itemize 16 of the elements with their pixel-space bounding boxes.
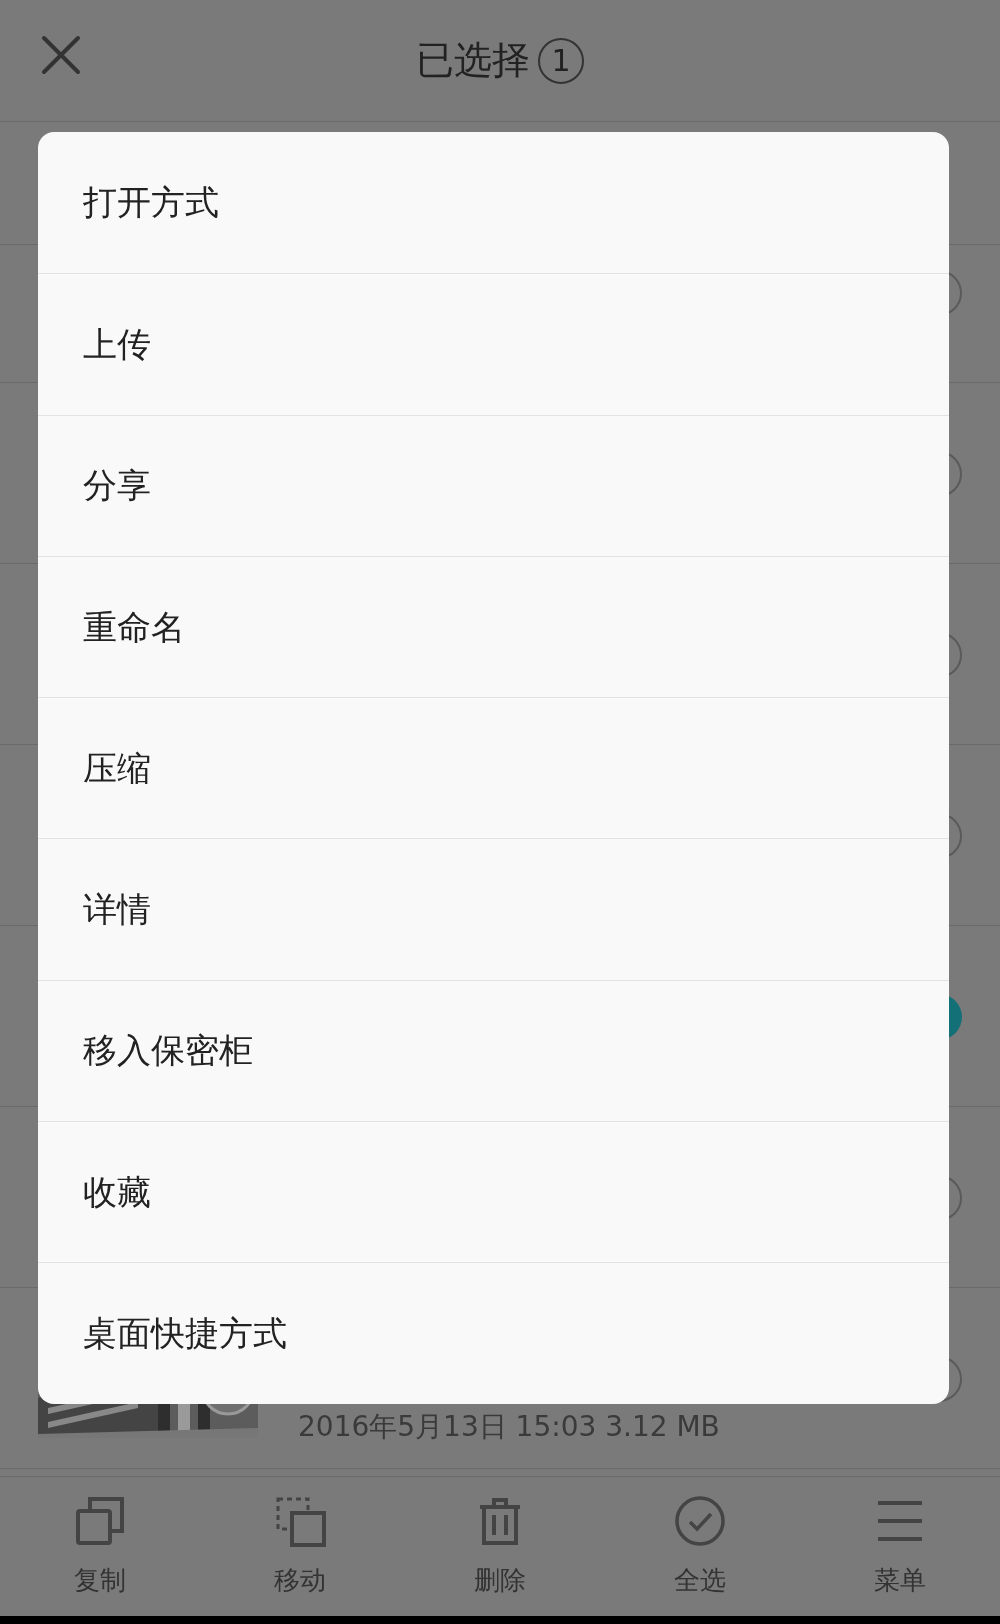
menu-item[interactable]: 重命名 [38, 555, 949, 698]
move-icon [274, 1495, 326, 1547]
menu-item[interactable]: 分享 [38, 414, 949, 556]
menu-item[interactable]: 桌面快捷方式 [38, 1262, 949, 1404]
close-icon [41, 35, 81, 75]
header-title: 已选择 [416, 37, 530, 84]
menu-item[interactable]: 移入保密柜 [38, 979, 949, 1122]
copy-icon [74, 1495, 126, 1547]
menu-item[interactable]: 上传 [38, 273, 949, 415]
file-meta: 2016年5月13日 15:03 3.12 MB [298, 1410, 720, 1444]
menu-item[interactable]: 收藏 [38, 1121, 949, 1263]
menu-item[interactable]: 打开方式 [38, 132, 949, 274]
menu-item[interactable]: 详情 [38, 838, 949, 980]
menu-item[interactable]: 压缩 [38, 697, 949, 839]
check-circle-icon [674, 1495, 726, 1547]
selection-count: 1 [538, 37, 584, 84]
